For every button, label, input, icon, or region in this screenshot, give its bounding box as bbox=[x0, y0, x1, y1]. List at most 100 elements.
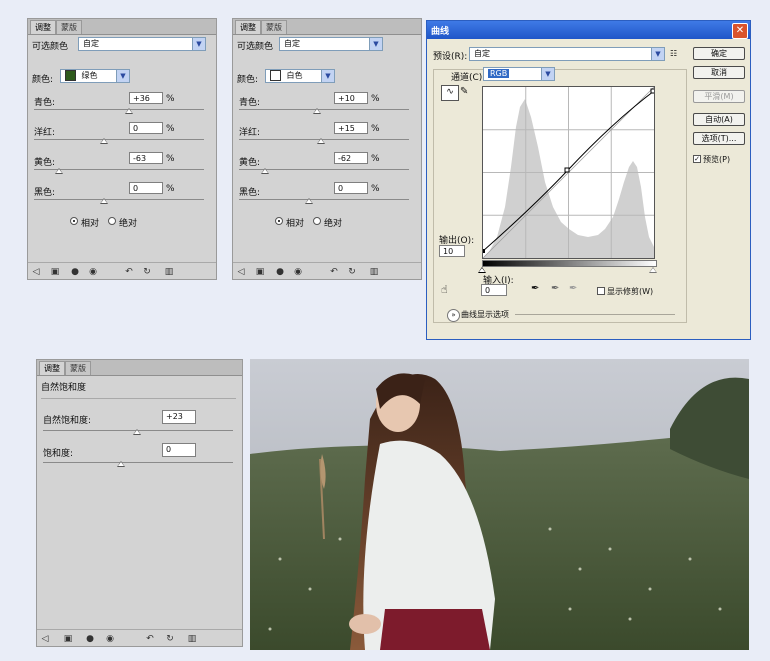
tab-masks[interactable]: 蒙版 bbox=[56, 20, 82, 34]
reset-icon[interactable]: ↻ bbox=[142, 267, 152, 277]
vibrance-label: 自然饱和度: bbox=[43, 416, 92, 426]
chevron-down-icon: ▼ bbox=[192, 38, 205, 50]
smooth-button[interactable]: 平滑(M) bbox=[693, 90, 745, 103]
channel-dropdown[interactable]: RGB ▼ bbox=[483, 67, 555, 81]
tab-adjustments[interactable]: 调整 bbox=[30, 20, 56, 34]
radio-relative[interactable] bbox=[70, 217, 78, 225]
yellow-field[interactable]: -63 bbox=[129, 152, 163, 164]
ok-button[interactable]: 确定 bbox=[693, 47, 745, 60]
reset-icon[interactable]: ↻ bbox=[165, 634, 175, 644]
cyan-slider-track[interactable] bbox=[239, 109, 409, 110]
radio-relative[interactable] bbox=[275, 217, 283, 225]
previous-state-icon[interactable]: ↶ bbox=[145, 634, 155, 644]
delete-trash-icon[interactable]: ▥ bbox=[187, 634, 197, 644]
radio-absolute[interactable] bbox=[108, 217, 116, 225]
input-field[interactable]: 0 bbox=[481, 284, 507, 296]
gray-eyedropper-icon[interactable]: ✒ bbox=[551, 283, 559, 294]
cyan-field[interactable]: +10 bbox=[334, 92, 368, 104]
cyan-slider-thumb[interactable] bbox=[125, 108, 133, 114]
previous-state-icon[interactable]: ↶ bbox=[124, 267, 134, 277]
yellow-slider-thumb[interactable] bbox=[55, 168, 63, 174]
tab-adjustments[interactable]: 调整 bbox=[235, 20, 261, 34]
layer-view-icon[interactable]: ▣ bbox=[63, 634, 73, 644]
output-field[interactable]: 10 bbox=[439, 245, 465, 257]
preset-value: 自定 bbox=[83, 39, 99, 48]
colors-dropdown[interactable]: 绿色 ▼ bbox=[60, 69, 130, 83]
magenta-slider-thumb[interactable] bbox=[100, 138, 108, 144]
curves-preset-dropdown[interactable]: 自定 ▼ bbox=[469, 47, 665, 61]
clip-layer-icon[interactable]: ● bbox=[85, 634, 95, 644]
black-slider-thumb[interactable] bbox=[100, 198, 108, 204]
curve-point-start[interactable] bbox=[482, 249, 485, 253]
visibility-eye-icon[interactable]: ◉ bbox=[105, 634, 115, 644]
selective-color-panel-green: 调整 蒙版 可选颜色 自定 ▼ 颜色: 绿色 ▼ 青色: +36 % 洋红: 0… bbox=[27, 18, 217, 280]
options-button[interactable]: 选项(T)... bbox=[693, 132, 745, 145]
layer-view-icon[interactable]: ▣ bbox=[50, 267, 60, 277]
delete-trash-icon[interactable]: ▥ bbox=[164, 267, 174, 277]
visibility-eye-icon[interactable]: ◉ bbox=[88, 267, 98, 277]
back-arrow-icon[interactable]: ◁ bbox=[31, 267, 41, 277]
cyan-slider-track[interactable] bbox=[34, 109, 204, 110]
white-point-slider-thumb[interactable] bbox=[649, 267, 657, 273]
reset-icon[interactable]: ↻ bbox=[347, 267, 357, 277]
curves-graph[interactable] bbox=[482, 86, 655, 259]
vibrance-slider-thumb[interactable] bbox=[133, 429, 141, 435]
close-icon[interactable]: ✕ bbox=[732, 23, 748, 39]
radio-absolute[interactable] bbox=[313, 217, 321, 225]
cyan-slider-thumb[interactable] bbox=[313, 108, 321, 114]
black-slider-track[interactable] bbox=[239, 199, 409, 200]
black-eyedropper-icon[interactable]: ✒ bbox=[531, 283, 539, 294]
preset-dropdown[interactable]: 自定 ▼ bbox=[78, 37, 206, 51]
pencil-icon[interactable]: ✎ bbox=[460, 85, 470, 99]
black-field[interactable]: 0 bbox=[334, 182, 368, 194]
layer-view-icon[interactable]: ▣ bbox=[255, 267, 265, 277]
preset-options-icon[interactable]: ☷ bbox=[670, 49, 677, 58]
curve-point-tool-icon[interactable]: ∿ bbox=[441, 85, 459, 101]
percent-unit: % bbox=[166, 154, 175, 164]
vibrance-field[interactable]: +23 bbox=[162, 410, 196, 424]
tab-masks[interactable]: 蒙版 bbox=[65, 361, 91, 375]
preset-dropdown[interactable]: 自定 ▼ bbox=[279, 37, 383, 51]
cancel-button[interactable]: 取消 bbox=[693, 66, 745, 79]
auto-button[interactable]: 自动(A) bbox=[693, 113, 745, 126]
cyan-label: 青色: bbox=[239, 98, 261, 108]
percent-unit: % bbox=[371, 94, 380, 104]
curve-point-mid[interactable] bbox=[564, 167, 570, 173]
saturation-field[interactable]: 0 bbox=[162, 443, 196, 457]
cyan-field[interactable]: +36 bbox=[129, 92, 163, 104]
on-image-adjust-icon[interactable]: ☝ bbox=[441, 283, 448, 296]
black-slider-track[interactable] bbox=[34, 199, 204, 200]
show-clipping-checkbox[interactable] bbox=[597, 287, 605, 295]
result-photo bbox=[250, 359, 749, 650]
magenta-slider-track[interactable] bbox=[34, 139, 204, 140]
clip-layer-icon[interactable]: ● bbox=[275, 267, 285, 277]
expand-options-icon[interactable]: » bbox=[447, 309, 460, 322]
yellow-field[interactable]: -62 bbox=[334, 152, 368, 164]
magenta-field[interactable]: +15 bbox=[334, 122, 368, 134]
preview-checkbox[interactable]: ✓ bbox=[693, 155, 701, 163]
back-arrow-icon[interactable]: ◁ bbox=[236, 267, 246, 277]
colors-value: 白色 bbox=[286, 71, 303, 80]
black-slider-thumb[interactable] bbox=[305, 198, 313, 204]
tab-masks[interactable]: 蒙版 bbox=[261, 20, 287, 34]
curve-display-options-label: 曲线显示选项 bbox=[461, 310, 509, 319]
preset-value: 自定 bbox=[474, 49, 490, 58]
magenta-field[interactable]: 0 bbox=[129, 122, 163, 134]
visibility-eye-icon[interactable]: ◉ bbox=[293, 267, 303, 277]
clip-layer-icon[interactable]: ● bbox=[70, 267, 80, 277]
black-field[interactable]: 0 bbox=[129, 182, 163, 194]
delete-trash-icon[interactable]: ▥ bbox=[369, 267, 379, 277]
black-label: 黑色: bbox=[239, 188, 261, 198]
saturation-slider-track[interactable] bbox=[43, 462, 233, 463]
white-eyedropper-icon[interactable]: ✒ bbox=[569, 283, 577, 294]
saturation-slider-thumb[interactable] bbox=[117, 461, 125, 467]
yellow-slider-thumb[interactable] bbox=[261, 168, 269, 174]
tab-adjustments[interactable]: 调整 bbox=[39, 361, 65, 375]
colors-label: 颜色: bbox=[32, 75, 54, 85]
back-arrow-icon[interactable]: ◁ bbox=[40, 634, 50, 644]
previous-state-icon[interactable]: ↶ bbox=[329, 267, 339, 277]
magenta-slider-thumb[interactable] bbox=[317, 138, 325, 144]
colors-dropdown[interactable]: 白色 ▼ bbox=[265, 69, 335, 83]
curve-point-end[interactable] bbox=[650, 88, 655, 94]
panel-tabbar: 调整 蒙版 bbox=[37, 360, 242, 376]
